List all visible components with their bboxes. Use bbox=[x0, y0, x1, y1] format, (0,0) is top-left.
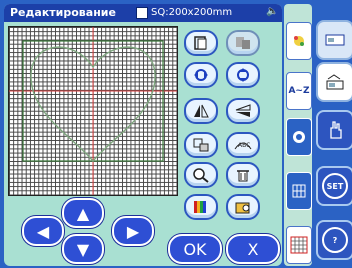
move-right-button[interactable]: ▶ bbox=[112, 216, 154, 246]
embroidery-machine-icon bbox=[326, 74, 344, 90]
help-label: ? bbox=[322, 227, 348, 253]
copy-icon bbox=[236, 37, 250, 49]
arrange-text-button[interactable]: ABC bbox=[226, 132, 260, 158]
flip-button[interactable] bbox=[226, 98, 260, 124]
sewing-machine-icon bbox=[325, 34, 345, 46]
rotate-icon bbox=[194, 69, 208, 81]
text-tab[interactable]: A~Z bbox=[286, 72, 312, 110]
size-icon bbox=[194, 36, 207, 50]
title-bar: Редактирование SQ:200x200mm 🔈 bbox=[4, 4, 282, 22]
frame-shape-icon bbox=[293, 131, 305, 143]
move-up-button[interactable]: ▲ bbox=[62, 198, 104, 228]
magnifier-icon bbox=[193, 168, 209, 183]
hand-icon bbox=[330, 121, 342, 139]
color-button[interactable] bbox=[184, 194, 218, 220]
size-button[interactable] bbox=[184, 30, 218, 56]
abc-arc-icon: ABC bbox=[234, 142, 252, 150]
rotate-icon bbox=[237, 68, 249, 82]
svg-text:ABC: ABC bbox=[238, 142, 250, 149]
frame-tab[interactable] bbox=[286, 118, 312, 156]
copy-button[interactable] bbox=[226, 30, 260, 56]
grid-view-tab[interactable] bbox=[286, 226, 312, 264]
density-button[interactable] bbox=[226, 194, 260, 220]
embroidery-grid[interactable] bbox=[8, 26, 178, 196]
trash-icon bbox=[237, 170, 249, 182]
settings-button[interactable]: SET bbox=[316, 166, 352, 206]
ok-button[interactable]: OK bbox=[168, 234, 222, 264]
mirror-button[interactable] bbox=[184, 98, 218, 124]
machine-button[interactable] bbox=[316, 20, 352, 60]
arrow-left-icon: ◀ bbox=[36, 221, 50, 241]
hoop-size-label: SQ:200x200mm bbox=[151, 7, 233, 18]
move-button[interactable] bbox=[184, 132, 218, 158]
move-down-button[interactable]: ▼ bbox=[62, 234, 104, 264]
color-spools-icon bbox=[194, 201, 206, 213]
zoom-button[interactable] bbox=[184, 162, 218, 188]
pattern-tab[interactable] bbox=[286, 22, 312, 60]
rotate-left-button[interactable] bbox=[184, 62, 218, 88]
page-title: Редактирование bbox=[10, 6, 116, 19]
cancel-button[interactable]: X bbox=[226, 234, 280, 264]
heart-outline-icon bbox=[9, 27, 177, 195]
rotate-right-button[interactable] bbox=[226, 62, 260, 88]
mirror-horizontal-icon bbox=[194, 104, 209, 118]
hatch-grid-icon bbox=[290, 236, 308, 254]
delete-button[interactable] bbox=[226, 162, 260, 188]
speaker-icon[interactable]: 🔈 bbox=[266, 6, 278, 18]
mirror-vertical-icon bbox=[235, 104, 251, 117]
arrow-up-icon: ▲ bbox=[76, 203, 90, 223]
move-icon bbox=[193, 138, 209, 152]
embroidery-button[interactable] bbox=[316, 62, 352, 102]
grid-tab[interactable] bbox=[286, 172, 312, 210]
set-label: SET bbox=[322, 173, 348, 199]
arrow-right-icon: ▶ bbox=[126, 221, 140, 241]
help-button[interactable]: ? bbox=[316, 220, 352, 260]
hand-button[interactable] bbox=[316, 110, 352, 150]
move-left-button[interactable]: ◀ bbox=[22, 216, 64, 246]
edit-panel: Редактирование SQ:200x200mm 🔈 ABC ▲ ◀ ▶ … bbox=[4, 4, 282, 266]
arrow-down-icon: ▼ bbox=[76, 239, 90, 259]
pattern-icon bbox=[294, 36, 304, 46]
grid-icon bbox=[292, 184, 306, 198]
hoop-icon bbox=[136, 7, 148, 19]
folder-icon bbox=[235, 202, 250, 214]
